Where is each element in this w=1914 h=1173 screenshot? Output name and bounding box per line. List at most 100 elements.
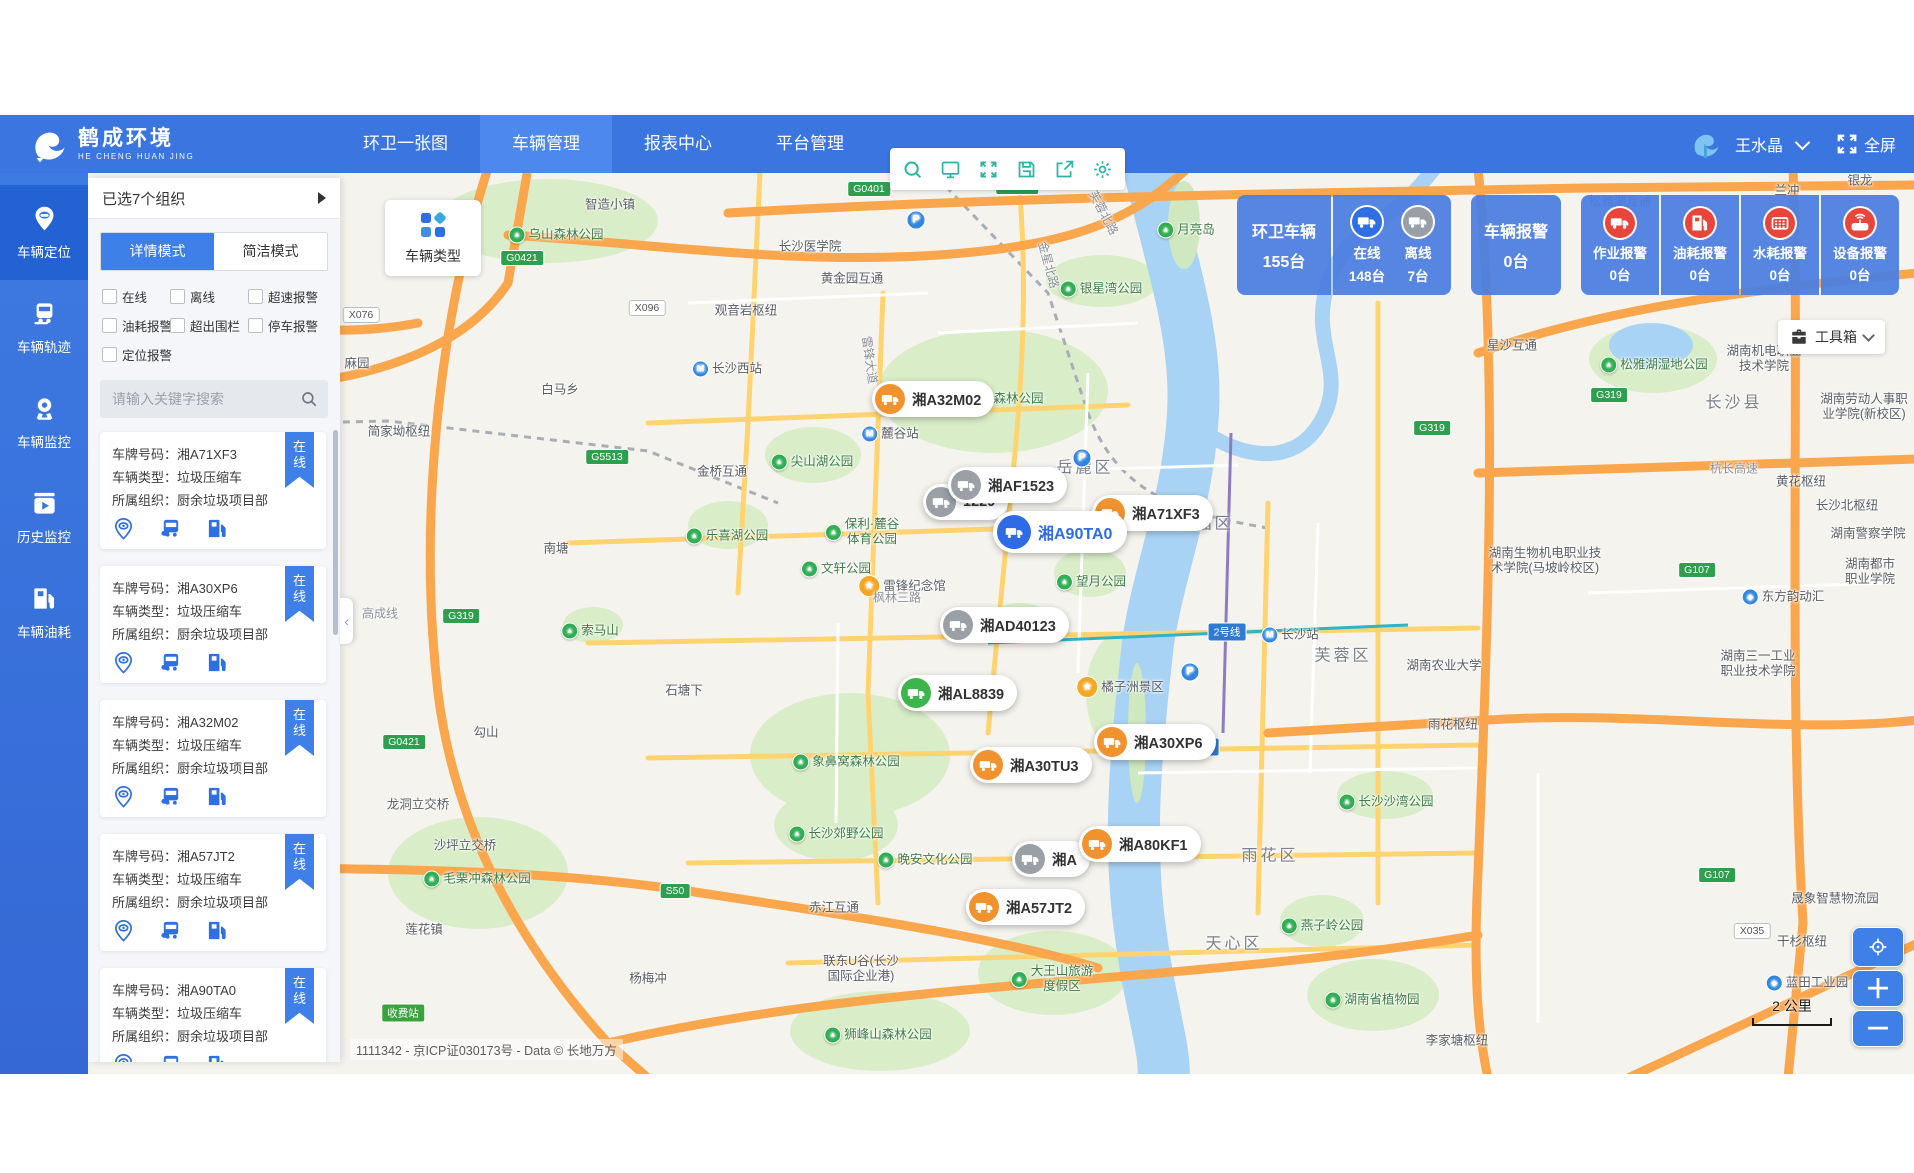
- alarm-value: 0台: [1689, 264, 1710, 284]
- vehicle-plate: 车牌号码：湘A71XF3: [112, 443, 314, 466]
- vehicle-marker[interactable]: 湘A80KF1: [1079, 826, 1201, 862]
- sidebar-item-fuel[interactable]: 车辆油耗: [0, 565, 88, 660]
- sidebar-item-camera[interactable]: 车辆监控: [0, 375, 88, 470]
- fullscreen-button[interactable]: 全屏: [1836, 132, 1896, 156]
- track-icon[interactable]: [159, 651, 182, 674]
- zoom-out-button[interactable]: －: [1852, 1010, 1904, 1047]
- marker-plate-label: 湘A57JT2: [1006, 897, 1072, 918]
- toolbox-button[interactable]: 工具箱: [1778, 320, 1885, 354]
- vehicle-list[interactable]: 车牌号码：湘A71XF3车辆类型：垃圾压缩车所属组织：厨余垃圾项目部在线车牌号码…: [88, 430, 340, 1062]
- map-label: ▲大王山旅游 度假区: [1011, 964, 1094, 994]
- scrollbar-thumb[interactable]: [333, 430, 338, 635]
- map-label: ◆东方韵动汇: [1742, 589, 1825, 606]
- vehicle-marker[interactable]: 湘AF1523: [948, 467, 1067, 503]
- vehicle-marker[interactable]: 湘A32M02: [872, 381, 994, 417]
- filter-checkbox-2[interactable]: 离线: [170, 287, 242, 306]
- nav-item-1[interactable]: 环卫一张图: [331, 115, 480, 173]
- park-icon: ▲: [801, 561, 818, 578]
- vehicle-marker[interactable]: 湘AD40123: [940, 607, 1069, 643]
- sidebar-item-route[interactable]: 车辆轨迹: [0, 280, 88, 375]
- org-expand-icon[interactable]: [318, 192, 326, 204]
- user-name[interactable]: 王水晶: [1735, 132, 1783, 156]
- locate-icon[interactable]: [112, 651, 135, 674]
- sidebar-item-history[interactable]: 历史监控: [0, 470, 88, 565]
- checkbox-icon: [102, 289, 117, 304]
- vehicle-card[interactable]: 车牌号码：湘A90TA0车辆类型：垃圾压缩车所属组织：厨余垃圾项目部在线: [100, 968, 326, 1062]
- vehicle-card[interactable]: 车牌号码：湘A57JT2车辆类型：垃圾压缩车所属组织：厨余垃圾项目部在线: [100, 834, 326, 951]
- metro-station-icon: M: [861, 426, 878, 443]
- vehicle-card[interactable]: 车牌号码：湘A71XF3车辆类型：垃圾压缩车所属组织：厨余垃圾项目部在线: [100, 432, 326, 549]
- vehicle-card[interactable]: 车牌号码：湘A32M02车辆类型：垃圾压缩车所属组织：厨余垃圾项目部在线: [100, 700, 326, 817]
- road-badge: G5513: [585, 449, 629, 465]
- filter-checkbox-4[interactable]: 油耗报警: [102, 316, 164, 335]
- tab-mode-2[interactable]: 简洁模式: [214, 233, 327, 270]
- vehicle-marker[interactable]: 湘A57JT2: [966, 889, 1085, 925]
- map-label: ▲长沙郊野公园: [788, 826, 883, 843]
- locate-icon[interactable]: [112, 517, 135, 540]
- vehicle-alarm-title: 车辆报警: [1484, 218, 1548, 242]
- alarm-card-3: 水耗报警0台: [1741, 195, 1819, 295]
- nav-item-2[interactable]: 车辆管理: [480, 115, 612, 173]
- locate-icon[interactable]: [112, 1053, 135, 1062]
- chevron-down-icon[interactable]: [1795, 134, 1811, 150]
- user-avatar[interactable]: [1687, 127, 1721, 161]
- locate-icon[interactable]: [112, 919, 135, 942]
- fuel-icon[interactable]: [206, 1053, 229, 1062]
- map-label: ▲松雅湖湿地公园: [1600, 357, 1708, 374]
- marker-truck-icon: [1097, 727, 1127, 757]
- offline-stat: 离线 7台: [1401, 205, 1435, 285]
- vehicle-marker[interactable]: 湘A90TA0: [993, 511, 1127, 553]
- save-icon[interactable]: [1016, 159, 1037, 180]
- fuel-icon[interactable]: [206, 517, 229, 540]
- vehicle-marker[interactable]: 湘A30TU3: [970, 747, 1092, 783]
- expand-icon[interactable]: [978, 159, 999, 180]
- marker-plate-label: 湘A30TU3: [1010, 755, 1079, 776]
- monitor-icon[interactable]: [940, 159, 961, 180]
- fuel-icon[interactable]: [206, 919, 229, 942]
- vehicle-actions: [112, 517, 314, 540]
- vehicle-marker[interactable]: 湘A30XP6: [1094, 724, 1216, 760]
- map-label: 石塘下: [665, 684, 703, 699]
- search-icon[interactable]: [902, 159, 923, 180]
- marker-pill: 湘AF1523: [948, 467, 1067, 503]
- nav-item-4[interactable]: 平台管理: [744, 115, 876, 173]
- marker-plate-label: 湘AL8839: [938, 683, 1004, 704]
- fleet-total-value: 155台: [1263, 248, 1306, 272]
- scenic-icon: ★: [1076, 676, 1098, 698]
- fuel-icon[interactable]: [206, 651, 229, 674]
- track-icon[interactable]: [159, 517, 182, 540]
- locate-button[interactable]: [1852, 927, 1904, 967]
- map-label: ▲保利·麓谷 体育公园: [825, 517, 899, 547]
- track-icon[interactable]: [159, 919, 182, 942]
- nav-item-3[interactable]: 报表中心: [612, 115, 744, 173]
- org-selector[interactable]: 已选7个组织: [88, 178, 340, 219]
- vehicle-card[interactable]: 车牌号码：湘A30XP6车辆类型：垃圾压缩车所属组织：厨余垃圾项目部在线: [100, 566, 326, 683]
- filter-checkbox-7[interactable]: 定位报警: [102, 345, 164, 364]
- map-label: 杭长高速: [1710, 462, 1758, 477]
- zoom-in-button[interactable]: ＋: [1852, 970, 1904, 1007]
- settings-icon[interactable]: [1092, 159, 1113, 180]
- locate-icon[interactable]: [112, 785, 135, 808]
- tab-mode-1[interactable]: 详情模式: [101, 233, 214, 270]
- filter-checkbox-3[interactable]: 超速报警: [248, 287, 330, 306]
- search-input[interactable]: [110, 390, 300, 408]
- vehicle-marker[interactable]: 湘AL8839: [898, 675, 1017, 711]
- search-icon[interactable]: [300, 390, 318, 408]
- filter-checkbox-6[interactable]: 停车报警: [248, 316, 330, 335]
- fuel-icon[interactable]: [206, 785, 229, 808]
- status-filters: 在线离线超速报警油耗报警超出围栏停车报警定位报警: [88, 275, 340, 368]
- track-icon[interactable]: [159, 785, 182, 808]
- vehicle-type-button[interactable]: 车辆类型: [385, 200, 481, 276]
- share-icon[interactable]: [1054, 159, 1075, 180]
- pincar-icon: [31, 205, 58, 232]
- vehicle-type-grid-icon: [419, 211, 447, 239]
- sidebar-item-pincar[interactable]: 车辆定位: [0, 185, 88, 280]
- filter-checkbox-1[interactable]: 在线: [102, 287, 164, 306]
- track-icon[interactable]: [159, 1053, 182, 1062]
- panel-collapse-handle[interactable]: ‹: [340, 598, 353, 644]
- app-window: 鹤成环境 HE CHENG HUAN JING 环卫一张图车辆管理报表中心平台管…: [0, 0, 1914, 1173]
- vehicle-type: 车辆类型：垃圾压缩车: [112, 1002, 314, 1025]
- map-canvas[interactable]: 智造小镇▲乌山森林公园长沙医学院黄金园互通▲月亮岛▲银星湾公园观音岩枢纽▲谷山森…: [88, 173, 1914, 1074]
- filter-checkbox-5[interactable]: 超出围栏: [170, 316, 242, 335]
- search-box[interactable]: [100, 380, 328, 418]
